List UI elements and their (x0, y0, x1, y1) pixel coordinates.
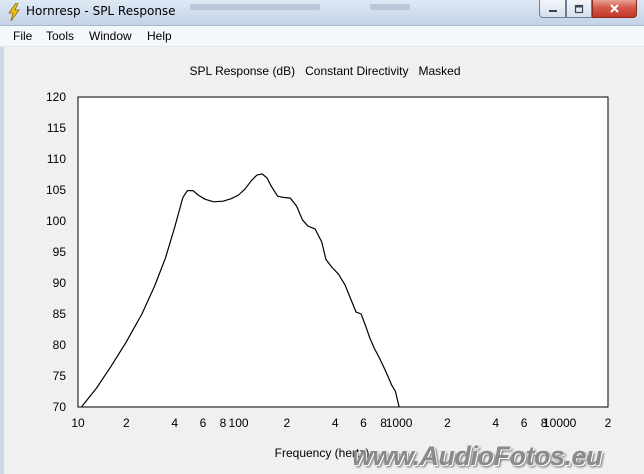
y-tick-label: 95 (53, 245, 67, 259)
y-tick-label: 80 (53, 338, 67, 352)
y-tick-label: 85 (53, 307, 67, 321)
y-tick-label: 105 (46, 183, 66, 197)
x-tick-label: 2 (444, 416, 451, 430)
y-tick-label: 110 (47, 152, 66, 166)
x-tick-label: 6 (521, 416, 528, 430)
x-tick-label: 10 (71, 416, 85, 430)
y-tick-label: 70 (53, 400, 67, 414)
watermark-logo: www.AudioFotos.eu (352, 441, 602, 471)
x-tick-label: 100 (229, 416, 249, 430)
x-axis-ticks: 10 2 4 6 8 100 2 4 6 81000 2 4 6 810000 2 (71, 416, 611, 430)
x-tick-label: 4 (332, 416, 339, 430)
y-tick-label: 115 (47, 121, 66, 135)
y-tick-label: 90 (53, 276, 67, 290)
y-tick-label: 100 (46, 214, 66, 228)
y-tick-label: 75 (53, 369, 67, 383)
y-tick-label: 120 (46, 90, 66, 104)
x-tick-label: 6 (200, 416, 207, 430)
y-axis-ticks: 70 75 80 85 90 95 100 105 110 115 120 (46, 90, 66, 414)
x-tick-label: 2 (123, 416, 130, 430)
x-tick-label: 2 (284, 416, 291, 430)
x-tick-label: 8 (220, 416, 227, 430)
x-tick-label: 1000 (386, 416, 413, 430)
plot-background (78, 97, 608, 407)
x-tick-label: 10000 (543, 416, 577, 430)
x-tick-label: 2 (605, 416, 612, 430)
x-tick-label: 6 (360, 416, 367, 430)
x-tick-label: 4 (492, 416, 499, 430)
x-tick-label: 4 (171, 416, 178, 430)
spl-chart: 707580859095100105110115120 10 2 4 6 8 100 2 4 6… (46, 90, 612, 460)
plot-area (77, 96, 609, 408)
